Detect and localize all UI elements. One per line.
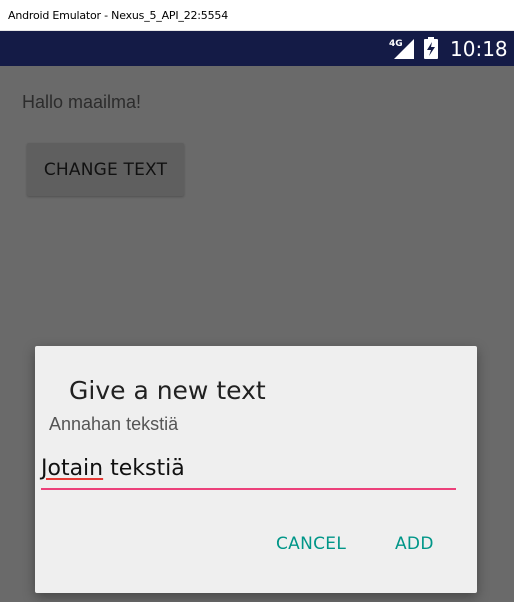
change-text-button[interactable]: CHANGE TEXT (27, 143, 184, 196)
signal-icon (394, 39, 414, 59)
new-text-dialog: Give a new text Annahan tekstiä Jotain t… (35, 346, 477, 593)
dialog-message: Annahan tekstiä (49, 414, 179, 434)
emulator-window: Android Emulator - Nexus_5_API_22:5554 4… (0, 0, 514, 602)
battery-icon (424, 37, 438, 59)
cancel-button[interactable]: CANCEL (276, 534, 346, 554)
new-text-input[interactable] (41, 452, 456, 490)
dialog-title: Give a new text (69, 376, 266, 405)
add-button[interactable]: ADD (395, 534, 434, 554)
window-titlebar: Android Emulator - Nexus_5_API_22:5554 (0, 0, 514, 31)
hello-text: Hallo maailma! (22, 92, 142, 112)
status-clock: 10:18 (450, 37, 508, 61)
android-status-bar: 4G 10:18 (0, 31, 514, 66)
window-title: Android Emulator - Nexus_5_API_22:5554 (8, 9, 229, 22)
